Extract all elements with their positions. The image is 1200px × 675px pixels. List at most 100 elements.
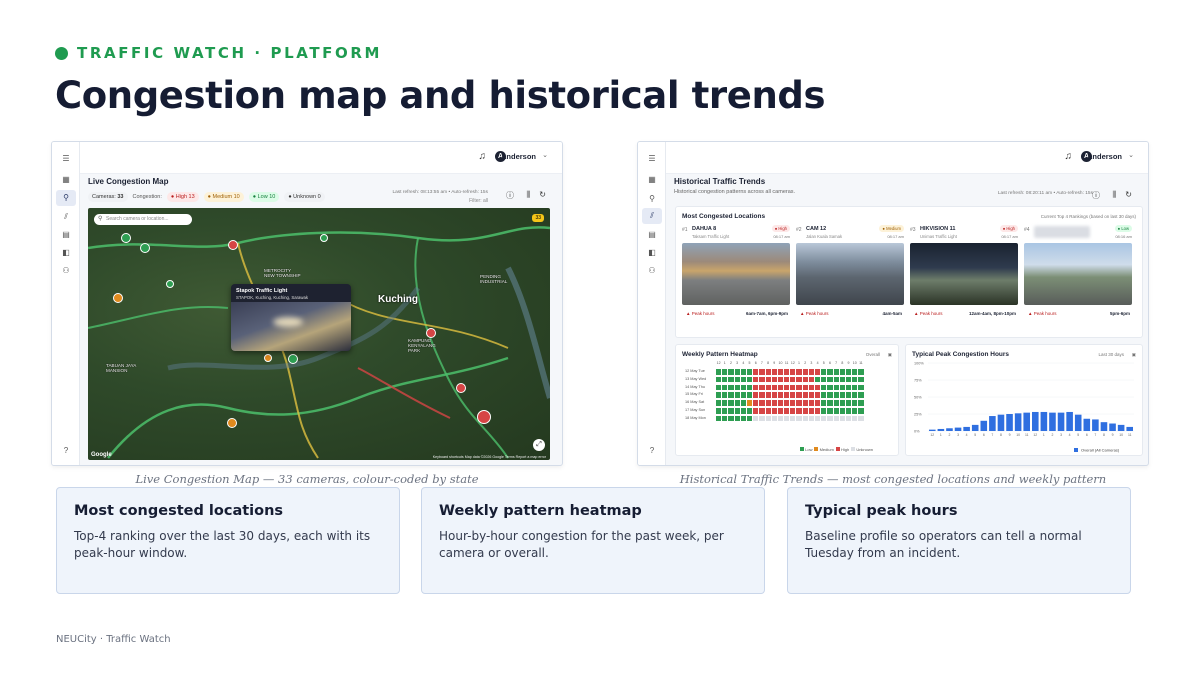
bell-icon[interactable]: ♫ (479, 151, 487, 162)
heatmap-cell[interactable] (808, 369, 814, 375)
heatmap-cell[interactable] (765, 408, 771, 414)
heatmap-cell[interactable] (722, 415, 728, 422)
congested-location-card[interactable]: #1 DAHUA 8 Taksam Traffic Light ● High 08:17… (682, 225, 790, 323)
bar-8[interactable] (997, 414, 1005, 431)
heatmap-cell[interactable] (802, 415, 808, 422)
heatmap-cell[interactable] (790, 400, 796, 406)
bar-1[interactable] (1040, 411, 1048, 431)
camera-marker-low[interactable] (140, 243, 150, 253)
heatmap-cell[interactable] (759, 369, 765, 375)
heatmap-cell[interactable] (759, 392, 765, 399)
camera-marker-high[interactable] (426, 328, 436, 338)
refresh-icon[interactable]: ↻ (1125, 190, 1132, 199)
heatmap-cell[interactable] (777, 376, 784, 383)
bar-11[interactable] (1023, 412, 1030, 431)
heatmap-cell[interactable] (796, 369, 802, 375)
heatmap-cell[interactable] (796, 400, 802, 406)
heatmap-cell[interactable] (808, 408, 814, 414)
heatmap-cell[interactable] (765, 400, 771, 406)
camera-marker-high[interactable] (477, 410, 491, 424)
camera-marker-medium[interactable] (227, 418, 237, 428)
heatmap-cell[interactable] (833, 384, 839, 391)
heatmap-cell[interactable] (815, 408, 821, 414)
heatmap-cell[interactable] (728, 376, 734, 383)
bar-8[interactable] (1100, 422, 1108, 431)
bar-3[interactable] (1057, 412, 1065, 431)
dashboard-icon[interactable]: ▦ (61, 175, 71, 184)
heatmap-cell[interactable] (740, 392, 746, 399)
heatmap-cell[interactable] (852, 369, 858, 375)
bar-1[interactable] (937, 428, 945, 431)
heatmap-cell[interactable] (796, 384, 802, 391)
camera-marker-low[interactable] (121, 233, 131, 243)
heatmap-cell[interactable] (765, 415, 771, 422)
congested-location-card[interactable]: #3 HIKVISION 11 Unimas Traffic Light ● High… (910, 225, 1018, 323)
heatmap-cell[interactable] (839, 400, 845, 406)
camera-snapshot[interactable] (1024, 243, 1132, 305)
bar-5[interactable] (1074, 414, 1082, 431)
camera-marker-high[interactable] (228, 240, 238, 250)
heatmap-cell[interactable] (821, 415, 827, 422)
users-icon[interactable]: ⚇ (61, 266, 71, 275)
heatmap-cell[interactable] (716, 384, 722, 391)
heatmap-cell[interactable] (746, 369, 753, 375)
users-icon[interactable]: ⚇ (647, 266, 657, 275)
bar-6[interactable] (1083, 418, 1091, 431)
heatmap-cell[interactable] (839, 369, 845, 375)
heatmap-cell[interactable] (722, 376, 728, 383)
heatmap-cell[interactable] (728, 392, 734, 399)
camera-marker-medium[interactable] (264, 354, 272, 362)
unknown-chip[interactable]: ● Unknown 0 (284, 192, 325, 202)
heatmap-cell[interactable] (858, 369, 864, 375)
heatmap-cell[interactable] (796, 392, 802, 399)
heatmap-cell[interactable] (728, 369, 734, 375)
heatmap-cell[interactable] (740, 400, 746, 406)
camera-marker-low[interactable] (166, 280, 174, 288)
filter-status[interactable]: Filter: all (469, 198, 488, 204)
heatmap-cell[interactable] (808, 392, 814, 399)
bar-11[interactable] (1126, 426, 1133, 431)
camera-icon[interactable]: ◧ (647, 248, 657, 257)
bar-9[interactable] (1109, 423, 1116, 431)
heatmap-cell[interactable] (753, 408, 759, 414)
heatmap-cell[interactable] (821, 376, 827, 383)
heatmap-cell[interactable] (728, 400, 734, 406)
medium-chip[interactable]: ● Medium 10 (203, 192, 244, 202)
help-icon[interactable]: ? (61, 446, 71, 455)
heatmap-cell[interactable] (740, 408, 746, 414)
heatmap-cell[interactable] (802, 408, 808, 414)
document-icon[interactable]: ▤ (61, 230, 71, 239)
heatmap-cell[interactable] (734, 400, 740, 406)
heatmap-cell[interactable] (808, 376, 814, 383)
congested-location-card[interactable]: #4 ● Low 08:16 am ▲ Peak hours 5pm-6pm (1024, 225, 1132, 323)
heatmap-cell[interactable] (716, 400, 722, 406)
heatmap-cell[interactable] (821, 408, 827, 414)
bar-7[interactable] (1092, 419, 1099, 431)
heatmap-cell[interactable] (771, 369, 777, 375)
heatmap-cell[interactable] (771, 384, 777, 391)
heatmap-cell[interactable] (802, 376, 808, 383)
heatmap-cell[interactable] (815, 392, 821, 399)
congestion-map[interactable]: ⚲ Search camera or location... 33 Kuching… (88, 208, 550, 460)
bar-3[interactable] (954, 427, 962, 431)
heatmap-cell[interactable] (771, 400, 777, 406)
heatmap-cell[interactable] (722, 408, 728, 414)
heatmap-cell[interactable] (845, 369, 852, 375)
congested-location-card[interactable]: #2 CAM 12 Jalan Kuala Samak ● Medium 08:17 a… (796, 225, 904, 323)
heatmap-cell[interactable] (777, 400, 784, 406)
heatmap-cell[interactable] (765, 369, 771, 375)
heatmap-cell[interactable] (802, 392, 808, 399)
camera-marker-low[interactable] (288, 354, 298, 364)
menu-icon[interactable]: ☰ (647, 154, 657, 163)
bar-4[interactable] (963, 426, 970, 431)
heatmap-cell[interactable] (845, 392, 852, 399)
bar-9[interactable] (1006, 414, 1013, 431)
calendar-icon[interactable]: ▣ (888, 352, 892, 358)
user-name[interactable]: Anderson (1087, 152, 1122, 161)
camera-marker-high[interactable] (456, 383, 466, 393)
heatmap-cell[interactable] (734, 384, 740, 391)
heatmap-cell[interactable] (722, 392, 728, 399)
heatmap-cell[interactable] (796, 408, 802, 414)
heatmap-cell[interactable] (784, 415, 790, 422)
heatmap-cell[interactable] (716, 369, 722, 375)
